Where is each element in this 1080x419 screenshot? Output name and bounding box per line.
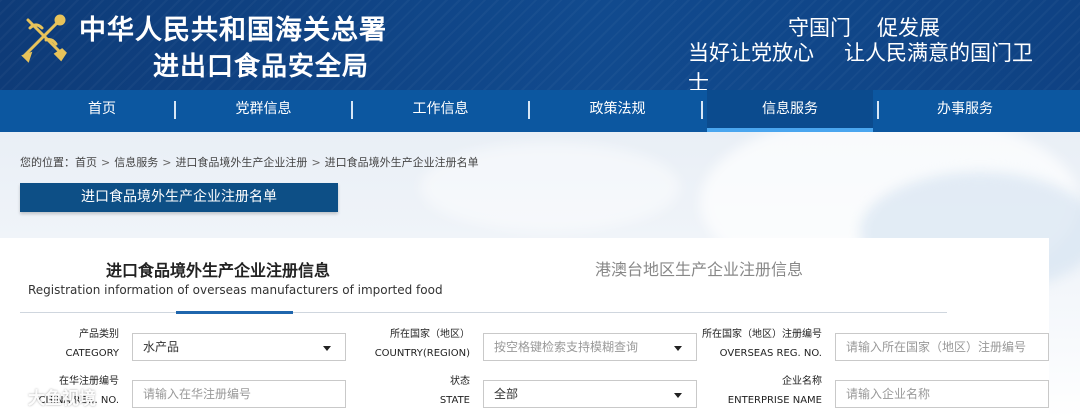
- nav-item-home[interactable]: 首页: [30, 90, 174, 132]
- slogan-line2: 当好让党放心 让人民满意的国门卫士: [688, 37, 1080, 90]
- state-label-en: STATE: [439, 395, 470, 406]
- breadcrumb-label: 您的位置：: [20, 156, 75, 169]
- tab-overseas-registration-subtitle: Registration information of overseas man…: [28, 283, 443, 297]
- nav-item-info-service[interactable]: 信息服务: [707, 90, 873, 132]
- breadcrumb-item-home[interactable]: 首页: [75, 156, 97, 169]
- watermark-text: 大鱼视境: [28, 389, 96, 409]
- overseas-reg-input[interactable]: 请输入所在国家（地区）注册编号: [835, 333, 1049, 361]
- country-select-placeholder: 按空格键检索支持模糊查询: [494, 340, 639, 354]
- overseas-reg-label-en: OVERSEAS REG. NO.: [719, 348, 822, 359]
- chevron-down-icon: [323, 346, 331, 351]
- enterprise-label-en: ENTERPRISE NAME: [727, 395, 822, 406]
- breadcrumb-item-registration[interactable]: 进口食品境外生产企业注册: [175, 156, 307, 169]
- enterprise-name-input[interactable]: 请输入企业名称: [835, 380, 1049, 408]
- breadcrumb: 您的位置：首页 > 信息服务 > 进口食品境外生产企业注册 > 进口食品境外生产企业注册名单: [20, 154, 479, 170]
- nav-item-policy[interactable]: 政策法规: [530, 90, 705, 132]
- site-title-line1: 中华人民共和国海关总署: [79, 15, 387, 46]
- nav-separator: [701, 101, 703, 119]
- category-select[interactable]: 水产品: [132, 333, 346, 361]
- state-select-value: 全部: [494, 387, 519, 401]
- chevron-down-icon: [674, 393, 682, 398]
- enterprise-label-cn: 企业名称: [782, 376, 822, 387]
- category-label-cn: 产品类别: [79, 329, 119, 340]
- overseas-reg-label-cn: 所在国家（地区）注册编号: [702, 329, 822, 340]
- nav-item-party[interactable]: 党群信息: [176, 90, 351, 132]
- section-banner: 进口食品境外生产企业注册名单: [20, 183, 338, 212]
- chevron-down-icon: [674, 346, 682, 351]
- country-select[interactable]: 按空格键检索支持模糊查询: [483, 333, 697, 361]
- nav-item-affairs[interactable]: 办事服务: [880, 90, 1050, 132]
- customs-emblem-icon: [21, 14, 67, 63]
- slogan-phrase: 当好让党放心: [688, 41, 814, 65]
- country-label-en: COUNTRY(REGION): [374, 348, 470, 359]
- state-label-cn: 状态: [450, 376, 470, 387]
- country-label-cn: 所在国家（地区）: [390, 329, 470, 340]
- site-title-line2: 进出口食品安全局: [153, 52, 370, 82]
- category-select-value: 水产品: [143, 340, 180, 354]
- site-header: 中华人民共和国海关总署 进出口食品安全局 守国门 促发展 当好让党放心 让人民满意的…: [0, 0, 1080, 90]
- watermark-icon: [6, 384, 24, 402]
- main-nav: 首页 党群信息 工作信息 政策法规 信息服务 办事服务: [0, 90, 1080, 132]
- breadcrumb-separator: >: [101, 156, 111, 169]
- category-label-en: CATEGORY: [65, 348, 119, 359]
- active-tab-indicator: [176, 311, 293, 314]
- breadcrumb-separator: >: [311, 156, 321, 169]
- tab-hmt-registration[interactable]: 港澳台地区生产企业注册信息: [595, 256, 803, 280]
- tab-overseas-registration[interactable]: 进口食品境外生产企业注册信息: [106, 257, 330, 281]
- tab-divider: [20, 312, 947, 313]
- nav-separator: [877, 101, 879, 119]
- breadcrumb-item-info-service[interactable]: 信息服务: [114, 156, 158, 169]
- breadcrumb-item-current: 进口食品境外生产企业注册名单: [324, 156, 479, 169]
- state-select[interactable]: 全部: [483, 380, 697, 408]
- breadcrumb-separator: >: [162, 156, 172, 169]
- nav-item-work[interactable]: 工作信息: [353, 90, 528, 132]
- china-reg-input[interactable]: 请输入在华注册编号: [132, 380, 346, 408]
